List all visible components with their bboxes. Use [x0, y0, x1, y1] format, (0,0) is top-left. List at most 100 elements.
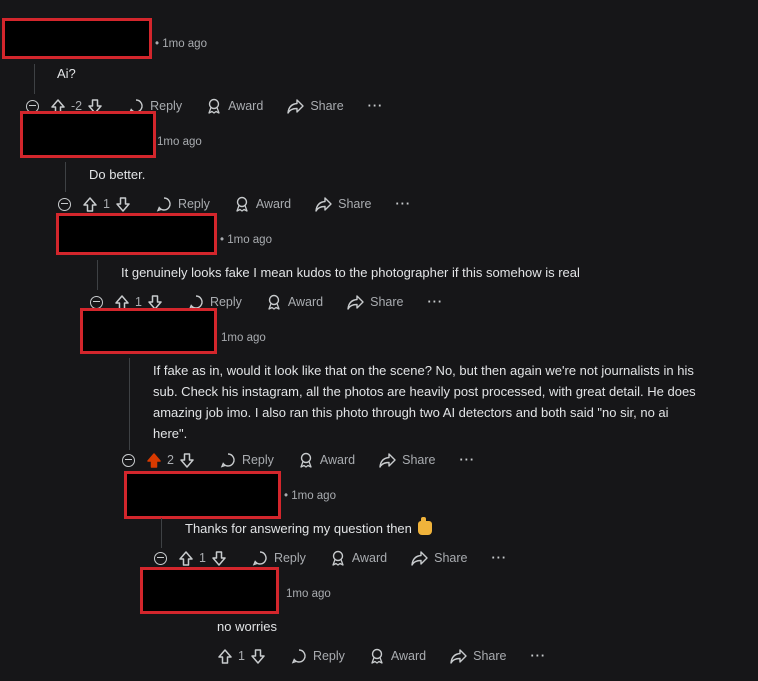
vote-group: 1: [83, 196, 130, 212]
comment-body: Do better.: [89, 167, 146, 182]
more-icon[interactable]: ···: [460, 453, 476, 467]
redacted-username: [140, 567, 279, 614]
more-icon[interactable]: ···: [492, 551, 508, 565]
upvote-icon[interactable]: [179, 550, 193, 566]
downvote-icon[interactable]: [116, 196, 130, 212]
comment-timestamp: • 1mo ago: [155, 38, 207, 50]
comment-body: Ai?: [57, 66, 76, 81]
thread-line: [129, 358, 130, 450]
share-icon: [347, 294, 364, 310]
reply-label: Reply: [209, 295, 242, 309]
reply-button[interactable]: Reply: [252, 550, 306, 566]
comment-body: no worries: [217, 619, 277, 634]
reply-label: Reply: [312, 649, 345, 663]
redacted-username: [124, 471, 281, 519]
vote-count: 2: [167, 453, 174, 467]
more-icon[interactable]: ···: [531, 649, 547, 663]
reply-label: Reply: [241, 453, 274, 467]
share-button[interactable]: Share: [347, 294, 404, 310]
award-button[interactable]: Award: [298, 452, 355, 468]
award-label: Award: [351, 551, 388, 565]
share-button[interactable]: Share: [450, 648, 507, 664]
share-label: Share: [402, 453, 436, 467]
collapse-icon[interactable]: [90, 295, 103, 309]
comment-body-line: amazing job imo. I also ran this photo t…: [153, 405, 669, 420]
share-icon: [450, 648, 467, 664]
comment-timestamp: 1mo ago: [286, 588, 331, 600]
comment-actions: 1 Reply Award Share ···: [154, 548, 507, 568]
comment-actions: 1 Reply Award Share ···: [58, 194, 411, 214]
upvote-icon[interactable]: [83, 196, 97, 212]
award-label: Award: [255, 197, 292, 211]
comment-body: If fake as in, would it look like that o…: [153, 360, 743, 444]
award-icon: [371, 648, 383, 664]
collapse-icon[interactable]: [122, 453, 135, 467]
thread-line: [65, 162, 66, 192]
comment-actions: 1 Reply Award Share ···: [218, 646, 546, 666]
award-button[interactable]: Award: [234, 196, 291, 212]
reply-icon: [156, 197, 171, 212]
downvote-icon[interactable]: [212, 550, 226, 566]
comment-body: Thanks for answering my question then: [185, 517, 432, 539]
award-icon: [332, 550, 344, 566]
award-button[interactable]: Award: [266, 294, 323, 310]
collapse-icon[interactable]: [58, 197, 71, 211]
comment-timestamp: • 1mo ago: [284, 490, 336, 502]
reply-button[interactable]: Reply: [156, 196, 210, 212]
award-label: Award: [228, 99, 264, 113]
share-label: Share: [370, 295, 404, 309]
comment-body: It genuinely looks fake I mean kudos to …: [121, 265, 580, 280]
share-icon: [379, 452, 396, 468]
comment-timestamp: • 1mo ago: [220, 234, 272, 246]
thread-line: [161, 518, 162, 548]
share-label: Share: [310, 99, 344, 113]
share-label: Share: [473, 649, 507, 663]
award-icon: [236, 196, 248, 212]
share-icon: [315, 196, 332, 212]
upvote-icon[interactable]: [147, 452, 161, 468]
more-icon[interactable]: ···: [396, 197, 412, 211]
award-label: Award: [390, 649, 427, 663]
downvote-icon[interactable]: [251, 648, 265, 664]
redacted-username: [80, 308, 217, 354]
reply-icon: [291, 649, 306, 664]
share-label: Share: [338, 197, 372, 211]
thumbs-up-emoji: [417, 517, 432, 535]
comment-body-line: here".: [153, 426, 188, 441]
award-label: Award: [319, 453, 356, 467]
comment-body-line: sub. Check his instagram, all the photos…: [153, 384, 696, 399]
vote-count: 1: [103, 197, 110, 211]
thread-line: [34, 64, 35, 94]
collapse-icon[interactable]: [154, 551, 167, 565]
vote-count: 1: [135, 295, 142, 309]
award-button[interactable]: Award: [369, 648, 426, 664]
share-icon: [287, 98, 305, 114]
reply-button[interactable]: Reply: [291, 648, 345, 664]
award-label: Award: [287, 295, 324, 309]
comment-body-line: If fake as in, would it look like that o…: [153, 363, 694, 378]
award-icon: [268, 294, 280, 310]
reply-label: Reply: [177, 197, 210, 211]
more-icon[interactable]: ···: [428, 295, 444, 309]
share-button[interactable]: Share: [315, 196, 372, 212]
award-button[interactable]: Award: [206, 98, 263, 114]
comment-timestamp: 1mo ago: [157, 136, 202, 148]
share-label: Share: [434, 551, 468, 565]
vote-count: 1: [238, 649, 245, 663]
reply-button[interactable]: Reply: [220, 452, 274, 468]
upvote-icon[interactable]: [218, 648, 232, 664]
share-button[interactable]: Share: [411, 550, 468, 566]
vote-count: 1: [199, 551, 206, 565]
award-button[interactable]: Award: [330, 550, 387, 566]
share-button[interactable]: Share: [379, 452, 436, 468]
share-button[interactable]: Share: [287, 98, 344, 114]
redacted-username: [20, 111, 156, 158]
comment-text: Thanks for answering my question then: [185, 521, 412, 536]
downvote-icon[interactable]: [180, 452, 194, 468]
redacted-username: [56, 213, 217, 255]
comment-actions: 2 Reply Award Share ···: [122, 450, 475, 470]
award-icon: [300, 452, 312, 468]
more-icon[interactable]: ···: [368, 99, 384, 113]
reply-icon: [220, 453, 235, 468]
share-icon: [411, 550, 428, 566]
